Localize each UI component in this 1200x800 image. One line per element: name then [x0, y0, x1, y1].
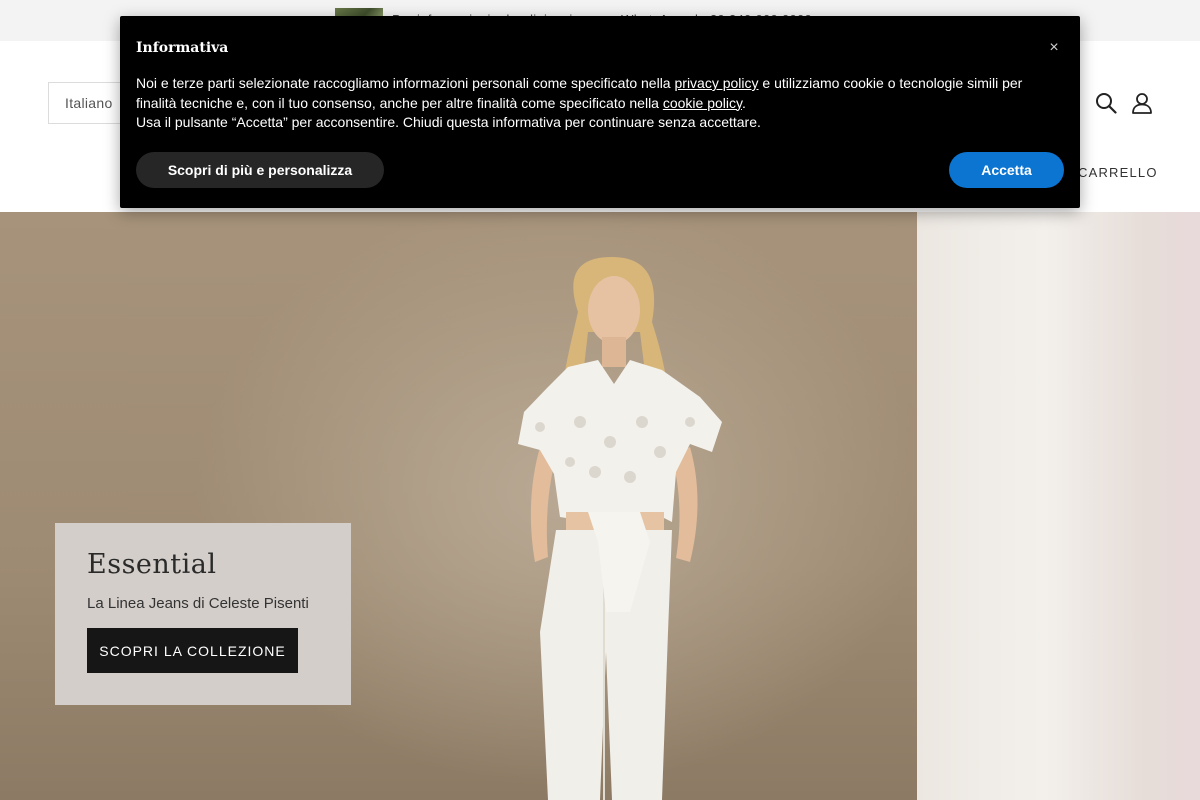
account-icon[interactable]	[1131, 92, 1153, 114]
promo-card: Essential La Linea Jeans di Celeste Pise…	[55, 523, 351, 705]
hero-model-image	[518, 257, 722, 800]
cookie-policy-link[interactable]: cookie policy	[663, 95, 742, 111]
cookie-banner-title: Informativa	[136, 40, 229, 56]
close-icon[interactable]: ×	[1044, 38, 1064, 58]
cookie-text-part-3: .	[741, 94, 746, 111]
hero-banner: Essential La Linea Jeans di Celeste Pise…	[0, 212, 1200, 800]
promo-subtitle: La Linea Jeans di Celeste Pisenti	[87, 595, 309, 612]
cookie-text-part-1: Noi e terze parti selezionate raccogliam…	[136, 75, 675, 91]
promo-title: Essential	[87, 549, 217, 580]
discover-collection-button[interactable]: SCOPRI LA COLLEZIONE	[87, 628, 298, 673]
cart-link[interactable]: CARRELLO	[1078, 165, 1158, 180]
cookie-consent-banner: Informativa × Noi e terze parti selezion…	[120, 16, 1080, 208]
customize-button[interactable]: Scopri di più e personalizza	[136, 152, 384, 188]
accept-button[interactable]: Accetta	[949, 152, 1064, 188]
privacy-policy-link[interactable]: privacy policy	[675, 75, 759, 91]
cookie-text-part-4: Usa il pulsante “Accetta” per acconsenti…	[136, 114, 761, 130]
cookie-banner-text: Noi e terze parti selezionate raccogliam…	[136, 74, 1056, 133]
search-icon[interactable]	[1095, 92, 1117, 114]
